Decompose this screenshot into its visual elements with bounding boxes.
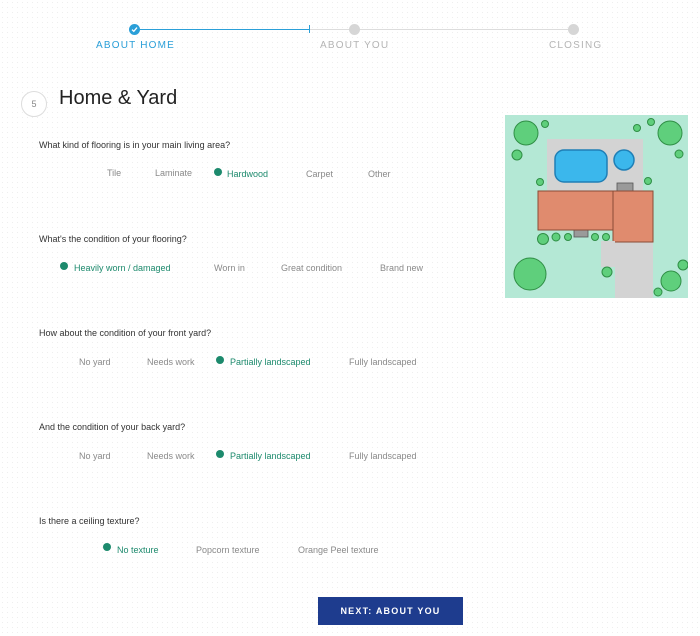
question-flooring-type: What kind of flooring is in your main li…	[39, 140, 231, 150]
progress-track-completed	[135, 29, 310, 30]
selected-radio-icon	[103, 543, 111, 551]
question-flooring-condition: What's the condition of your flooring?	[39, 234, 187, 244]
option-carpet[interactable]: Carpet	[306, 169, 333, 179]
option-tile[interactable]: Tile	[107, 168, 121, 178]
option-needs-work[interactable]: Needs work	[147, 451, 195, 461]
option-heavily-worn[interactable]: Heavily worn / damaged	[74, 263, 171, 273]
question-back-yard: And the condition of your back yard?	[39, 422, 186, 432]
progress-stepper: ABOUT HOME ABOUT YOU CLOSING	[0, 0, 700, 60]
step-label-about-home[interactable]: ABOUT HOME	[96, 40, 175, 51]
option-no-yard[interactable]: No yard	[79, 357, 111, 367]
option-hardwood[interactable]: Hardwood	[227, 169, 268, 179]
step-dot-about-home[interactable]	[129, 24, 140, 35]
option-partially-landscaped[interactable]: Partially landscaped	[230, 357, 311, 367]
step-label-closing[interactable]: CLOSING	[549, 40, 602, 51]
step-label-about-you[interactable]: ABOUT YOU	[320, 40, 389, 51]
selected-radio-icon	[214, 168, 222, 176]
next-about-you-button[interactable]: NEXT: ABOUT YOU	[318, 597, 463, 625]
option-worn-in[interactable]: Worn in	[214, 263, 245, 273]
page-title: Home & Yard	[59, 87, 178, 109]
option-popcorn-texture[interactable]: Popcorn texture	[196, 545, 260, 555]
selected-radio-icon	[60, 262, 68, 270]
option-needs-work[interactable]: Needs work	[147, 357, 195, 367]
option-no-yard[interactable]: No yard	[79, 451, 111, 461]
question-ceiling-texture: Is there a ceiling texture?	[39, 516, 140, 526]
option-no-texture[interactable]: No texture	[117, 545, 159, 555]
option-great-condition[interactable]: Great condition	[281, 263, 342, 273]
step-dot-about-you[interactable]	[349, 24, 360, 35]
option-fully-landscaped[interactable]: Fully landscaped	[349, 451, 417, 461]
option-other[interactable]: Other	[368, 169, 391, 179]
selected-radio-icon	[216, 356, 224, 364]
check-icon	[131, 27, 138, 33]
selected-radio-icon	[216, 450, 224, 458]
section-number-badge: 5	[21, 91, 47, 117]
house-yard-illustration	[505, 115, 688, 298]
option-brand-new[interactable]: Brand new	[380, 263, 423, 273]
option-fully-landscaped[interactable]: Fully landscaped	[349, 357, 417, 367]
option-orange-peel-texture[interactable]: Orange Peel texture	[298, 545, 379, 555]
option-laminate[interactable]: Laminate	[155, 168, 192, 178]
question-front-yard: How about the condition of your front ya…	[39, 328, 212, 338]
step-dot-closing[interactable]	[568, 24, 579, 35]
option-partially-landscaped[interactable]: Partially landscaped	[230, 451, 311, 461]
